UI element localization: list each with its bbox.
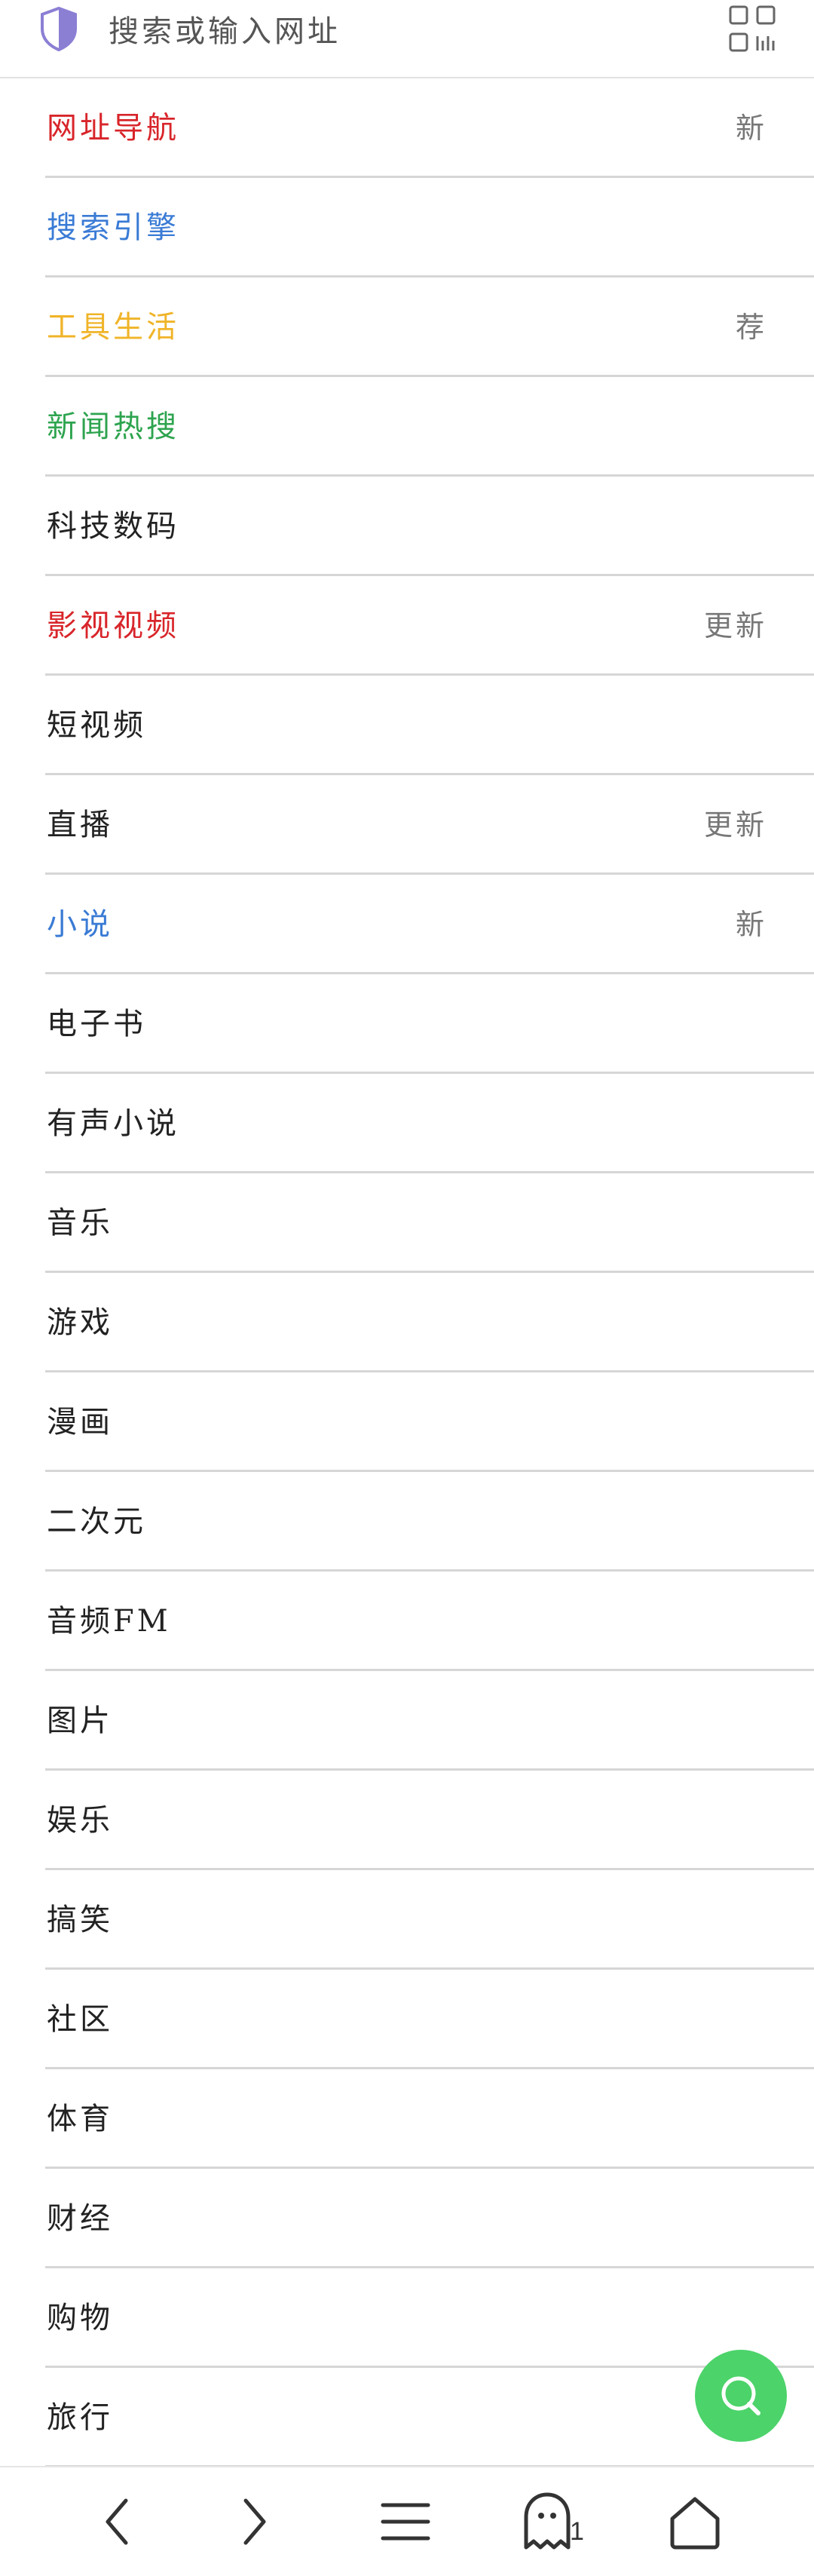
category-badge: 新	[735, 112, 767, 145]
category-label: 影视视频	[47, 609, 179, 643]
menu-button[interactable]	[360, 2467, 451, 2576]
category-label: 网址导航	[47, 111, 179, 146]
forward-arrow-icon	[243, 2498, 266, 2545]
category-label: 旅行	[47, 2400, 113, 2435]
category-label: 工具生活	[47, 310, 179, 345]
menu-icon	[381, 2503, 430, 2541]
category-label: 直播	[47, 808, 113, 842]
back-arrow-icon	[106, 2498, 128, 2545]
category-label: 漫画	[47, 1405, 113, 1440]
category-row[interactable]: 搞笑	[0, 1870, 814, 1970]
category-label: 购物	[47, 2301, 113, 2335]
category-row[interactable]: 音频FM	[0, 1572, 814, 1671]
category-row[interactable]: 体育	[0, 2069, 814, 2169]
category-label: 搜索引擎	[47, 210, 179, 245]
category-label: 搞笑	[47, 1903, 113, 1937]
back-button[interactable]	[72, 2467, 162, 2576]
category-label: 有声小说	[47, 1106, 179, 1141]
category-row[interactable]: 图片	[0, 1671, 814, 1771]
category-row[interactable]: 影视视频 更新	[0, 576, 814, 676]
category-row[interactable]: 电子书	[0, 974, 814, 1074]
category-row[interactable]: 小说 新	[0, 875, 814, 974]
home-icon	[670, 2497, 720, 2550]
category-badge: 荐	[735, 311, 767, 344]
category-label: 音乐	[47, 1206, 113, 1240]
home-button[interactable]	[650, 2467, 740, 2576]
shield-icon[interactable]	[39, 6, 78, 51]
category-row[interactable]: 有声小说	[0, 1074, 814, 1173]
floating-search-button[interactable]	[695, 2350, 787, 2442]
category-row[interactable]: 二次元	[0, 1472, 814, 1572]
category-row[interactable]: 财经	[0, 2169, 814, 2268]
category-label: 体育	[47, 2102, 113, 2136]
category-label: 小说	[47, 907, 113, 942]
forward-button[interactable]	[210, 2467, 300, 2576]
category-row[interactable]: 社区	[0, 1970, 814, 2069]
search-icon	[721, 2376, 760, 2415]
bottom-navigation-bar: 1	[0, 2466, 814, 2576]
category-row[interactable]: 直播 更新	[0, 775, 814, 875]
category-list: 网址导航新搜索引擎 工具生活荐新闻热搜 科技数码 影视视频 更新 短视频 直播 更新 小说新电子…	[0, 78, 814, 2467]
category-row[interactable]: 音乐	[0, 1173, 814, 1273]
category-label: 二次元	[47, 1504, 146, 1539]
category-badge: 更新	[703, 609, 767, 642]
category-row[interactable]: 游戏	[0, 1273, 814, 1372]
category-label: 社区	[47, 2002, 113, 2037]
category-row[interactable]: 娱乐	[0, 1771, 814, 1870]
top-search-bar: 搜索或输入网址	[0, 0, 814, 78]
category-row[interactable]: 科技数码	[0, 477, 814, 576]
category-row[interactable]: 漫画	[0, 1372, 814, 1472]
category-label: 短视频	[47, 708, 146, 743]
category-label: 新闻热搜	[47, 409, 179, 444]
category-row[interactable]: 新闻热搜	[0, 377, 814, 477]
category-row[interactable]: 购物	[0, 2268, 814, 2368]
tab-count: 1	[570, 2517, 584, 2546]
category-badge: 新	[735, 908, 767, 941]
search-input[interactable]: 搜索或输入网址	[109, 8, 341, 56]
category-label: 电子书	[47, 1007, 146, 1041]
category-label: 图片	[47, 1704, 113, 1738]
category-row[interactable]: 网址导航 新	[0, 78, 814, 178]
category-label: 科技数码	[47, 509, 179, 544]
qr-code-icon[interactable]	[728, 5, 776, 53]
category-row[interactable]: 旅行	[0, 2368, 814, 2467]
category-badge: 更新	[703, 808, 767, 842]
category-label: 娱乐	[47, 1803, 113, 1838]
category-label: 财经	[47, 2201, 113, 2236]
category-label: 游戏	[47, 1305, 113, 1340]
category-row[interactable]: 短视频	[0, 676, 814, 775]
tabs-button[interactable]: 1	[510, 2467, 600, 2576]
category-row[interactable]: 工具生活 荐	[0, 278, 814, 377]
category-row[interactable]: 搜索引擎	[0, 178, 814, 278]
category-label: 音频FM	[47, 1604, 171, 1639]
